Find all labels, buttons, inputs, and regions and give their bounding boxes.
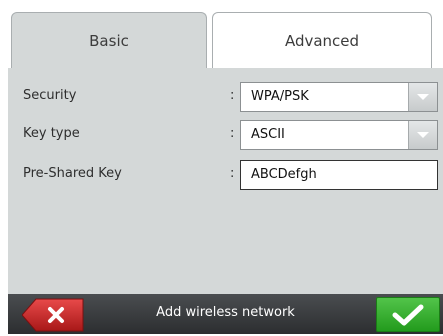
tab-advanced-label: Advanced <box>284 31 360 50</box>
key-type-select[interactable]: ASCII <box>240 120 438 150</box>
security-value: WPA/PSK <box>251 89 309 104</box>
key-type-dropdown-button[interactable] <box>408 121 437 149</box>
ok-button[interactable] <box>376 297 440 332</box>
tab-advanced[interactable]: Advanced <box>212 12 432 68</box>
security-dropdown-button[interactable] <box>408 83 437 111</box>
psk-row: Pre-Shared Key : ABCDefgh <box>8 160 443 190</box>
settings-panel: Security : WPA/PSK Key type : ASCII Pre-… <box>8 68 443 294</box>
psk-label: Pre-Shared Key <box>23 166 122 181</box>
key-type-value: ASCII <box>251 127 285 142</box>
key-type-label: Key type <box>23 126 80 141</box>
tab-basic[interactable]: Basic <box>11 12 207 68</box>
key-type-row: Key type : ASCII <box>8 120 443 150</box>
key-type-separator: : <box>230 126 235 141</box>
tab-bar: Basic Advanced <box>0 0 443 68</box>
checkmark-icon <box>392 304 424 325</box>
psk-value: ABCDefgh <box>251 167 317 182</box>
security-select[interactable]: WPA/PSK <box>240 82 438 112</box>
psk-separator: : <box>230 166 235 181</box>
bottom-bar: Add wireless network <box>8 294 443 334</box>
psk-input[interactable]: ABCDefgh <box>240 160 438 190</box>
security-label: Security <box>23 88 77 103</box>
security-row: Security : WPA/PSK <box>8 82 443 112</box>
tab-basic-label: Basic <box>89 31 129 50</box>
chevron-down-icon <box>417 132 429 138</box>
security-separator: : <box>230 88 235 103</box>
chevron-down-icon <box>417 94 429 100</box>
